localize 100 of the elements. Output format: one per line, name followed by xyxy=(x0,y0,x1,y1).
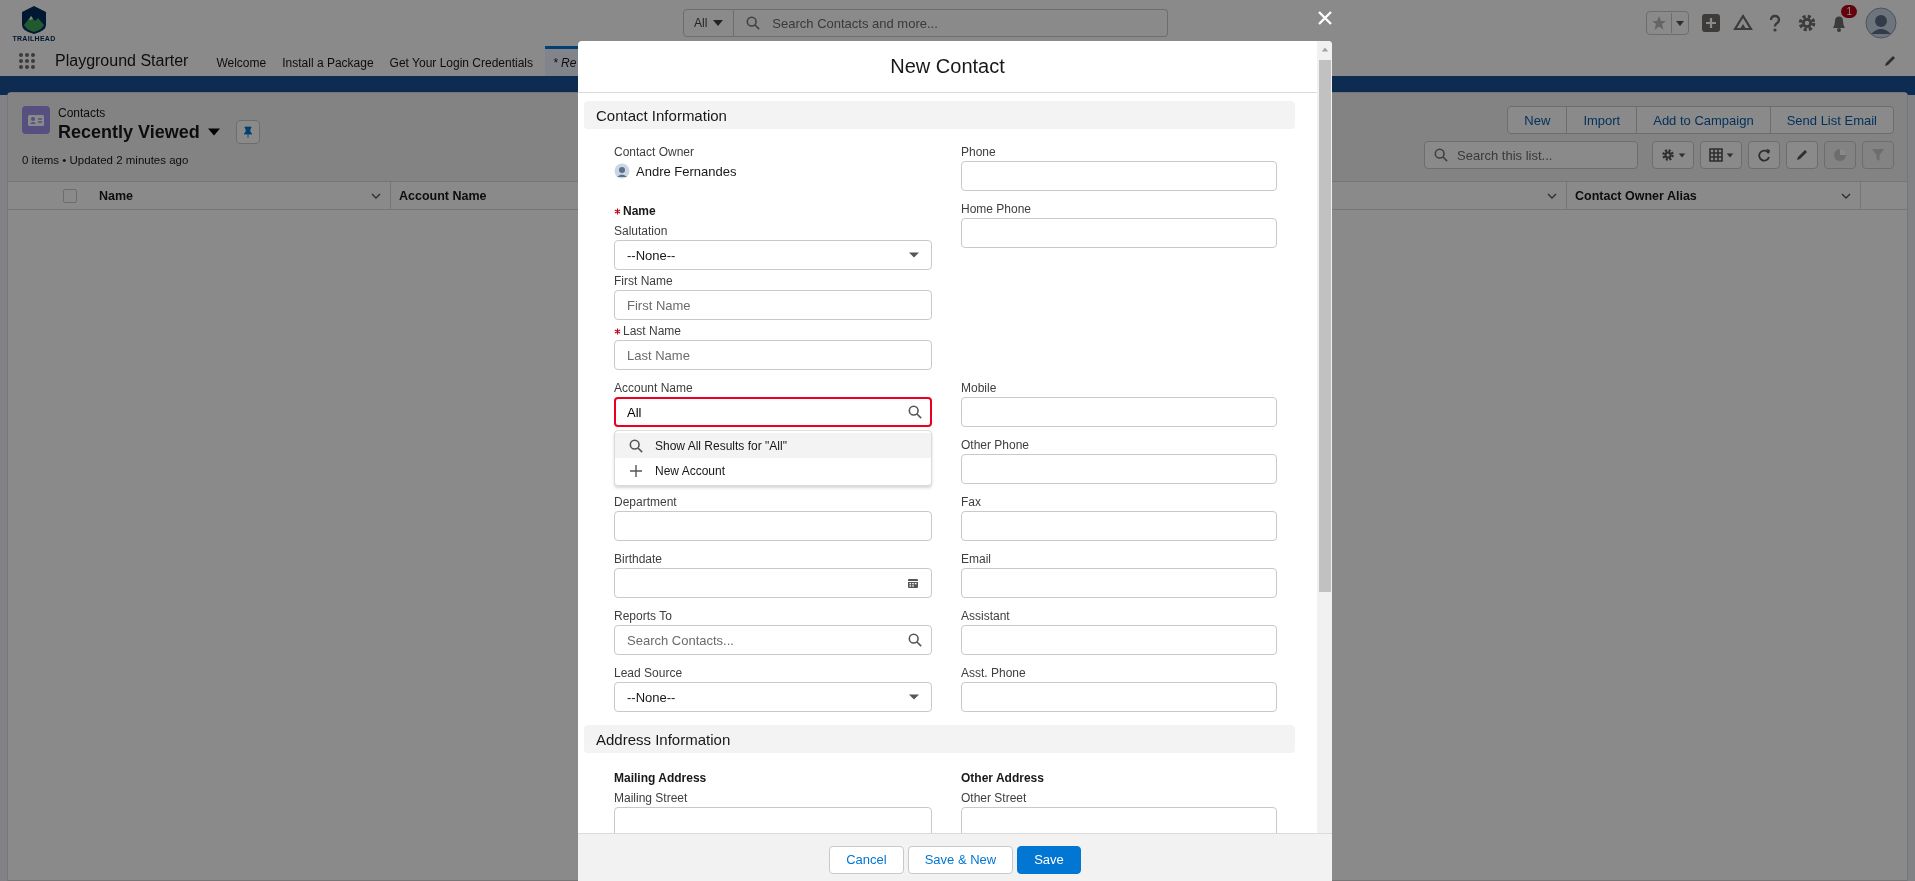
field-label: Phone xyxy=(961,145,996,159)
caret-down-icon xyxy=(713,18,724,28)
text-field[interactable]: First Name xyxy=(614,290,932,320)
caret-down-icon xyxy=(909,250,919,260)
search-icon xyxy=(1434,148,1448,162)
text-field[interactable] xyxy=(614,511,932,541)
select-field[interactable]: --None-- xyxy=(614,682,932,712)
dialog-button[interactable]: Cancel xyxy=(829,845,904,874)
field-label: Assistant xyxy=(961,609,1010,623)
save-button[interactable]: Save xyxy=(1017,845,1081,874)
pin-button[interactable] xyxy=(235,120,260,144)
toolbar-button[interactable] xyxy=(1700,141,1742,169)
notification-count-badge: 1 xyxy=(1841,5,1857,18)
field-label: Asst. Phone xyxy=(961,666,1026,680)
list-view-title: Recently Viewed xyxy=(58,121,200,143)
select-all-checkbox[interactable] xyxy=(63,188,77,203)
table-icon xyxy=(1708,148,1723,162)
contact-card-icon xyxy=(22,106,50,134)
scrollbar-thumb[interactable] xyxy=(1318,60,1331,592)
nav-tab[interactable]: Get Your Login Credentials xyxy=(381,46,542,76)
scrollbar[interactable] xyxy=(1317,41,1332,833)
calendar-icon xyxy=(907,577,919,589)
toolbar-button[interactable] xyxy=(1652,141,1694,169)
group-label: Other Address xyxy=(961,771,1044,785)
refresh-icon xyxy=(1757,148,1771,162)
field-label: Mailing Street xyxy=(614,791,688,805)
toolbar-button[interactable] xyxy=(1786,141,1818,169)
text-field[interactable] xyxy=(961,682,1277,712)
global-search-field[interactable]: Search Contacts and more... xyxy=(734,9,1169,37)
column-header[interactable]: Account Name xyxy=(399,188,487,203)
dialog-button[interactable]: Save & New xyxy=(907,845,1014,874)
star-icon xyxy=(1651,15,1667,31)
toolbar-button[interactable] xyxy=(1748,141,1780,169)
list-search-field[interactable]: Search this list... xyxy=(1424,141,1638,169)
lookup-field[interactable]: Search Contacts... xyxy=(614,625,932,655)
column-header[interactable]: Name xyxy=(99,188,134,203)
pencil-icon xyxy=(1795,148,1809,162)
dialog-title: New Contact xyxy=(890,55,1005,78)
text-field[interactable] xyxy=(961,397,1277,427)
field-label: Lead Source xyxy=(614,666,683,680)
field-label: Reports To xyxy=(614,609,672,623)
close-icon[interactable] xyxy=(1317,10,1333,26)
text-field[interactable]: Last Name xyxy=(614,340,932,370)
caret-down-icon xyxy=(909,692,919,702)
caret-down-icon[interactable] xyxy=(207,126,220,138)
list-status-text: 0 items • Updated 2 minutes ago xyxy=(22,154,190,166)
text-field[interactable] xyxy=(961,454,1277,484)
user-avatar-icon xyxy=(614,163,630,179)
nav-tab[interactable]: Welcome xyxy=(208,46,275,76)
list-action-button[interactable]: Import xyxy=(1566,106,1638,134)
text-field[interactable] xyxy=(961,568,1277,598)
field-label: Department xyxy=(614,495,677,509)
app-launcher-icon[interactable] xyxy=(18,52,36,70)
section-header[interactable]: Address Information xyxy=(584,725,1295,753)
caret-down-icon xyxy=(1677,151,1686,159)
field-label: First Name xyxy=(614,274,673,288)
field-label: Email xyxy=(961,552,991,566)
settings-icon[interactable] xyxy=(1797,13,1817,33)
user-avatar[interactable] xyxy=(1865,7,1897,39)
field-label: Other Phone xyxy=(961,438,1030,452)
app-name: Playground Starter xyxy=(55,52,189,70)
field-label: Last Name xyxy=(623,324,682,338)
pie-chart-icon xyxy=(1833,148,1847,162)
field-label: Birthdate xyxy=(614,552,663,566)
field-label: Other Street xyxy=(961,791,1027,805)
date-field[interactable] xyxy=(614,568,932,598)
favorites-button[interactable] xyxy=(1646,11,1689,35)
nav-tab[interactable]: Install a Package xyxy=(274,46,382,76)
owner-name: Andre Fernandes xyxy=(636,163,737,179)
select-field[interactable]: --None-- xyxy=(614,240,932,270)
pin-icon xyxy=(241,126,254,138)
field-label: Home Phone xyxy=(961,202,1032,216)
list-action-button[interactable]: New xyxy=(1507,106,1568,134)
plus-icon xyxy=(629,463,643,478)
pencil-icon[interactable] xyxy=(1883,54,1897,68)
text-field[interactable] xyxy=(961,161,1277,191)
text-field[interactable] xyxy=(961,218,1277,248)
list-action-button[interactable]: Add to Campaign xyxy=(1636,106,1771,134)
search-icon xyxy=(629,438,643,453)
dropdown-option[interactable]: New Account xyxy=(615,458,931,483)
field-label: Fax xyxy=(961,495,981,509)
mountain-icon[interactable] xyxy=(1733,13,1753,33)
text-field[interactable] xyxy=(961,625,1277,655)
group-label: Name xyxy=(623,204,656,218)
lookup-field[interactable]: All xyxy=(614,397,932,427)
list-action-button[interactable]: Send List Email xyxy=(1769,106,1894,134)
dropdown-option[interactable]: Show All Results for "All" xyxy=(615,433,931,458)
field-label: Account Name xyxy=(614,381,693,395)
add-icon[interactable] xyxy=(1701,13,1721,33)
text-field[interactable] xyxy=(961,511,1277,541)
section-header[interactable]: Contact Information xyxy=(584,101,1295,129)
field-label: Contact Owner xyxy=(614,145,695,159)
object-name: Contacts xyxy=(58,106,107,120)
group-label: Mailing Address xyxy=(614,771,707,785)
field-label: Salutation xyxy=(614,224,668,238)
column-header[interactable]: Contact Owner Alias xyxy=(1575,188,1697,203)
settings-icon xyxy=(1660,148,1675,162)
caret-down-icon xyxy=(1725,151,1734,159)
field-label: Mobile xyxy=(961,381,997,395)
search-icon xyxy=(746,16,761,30)
